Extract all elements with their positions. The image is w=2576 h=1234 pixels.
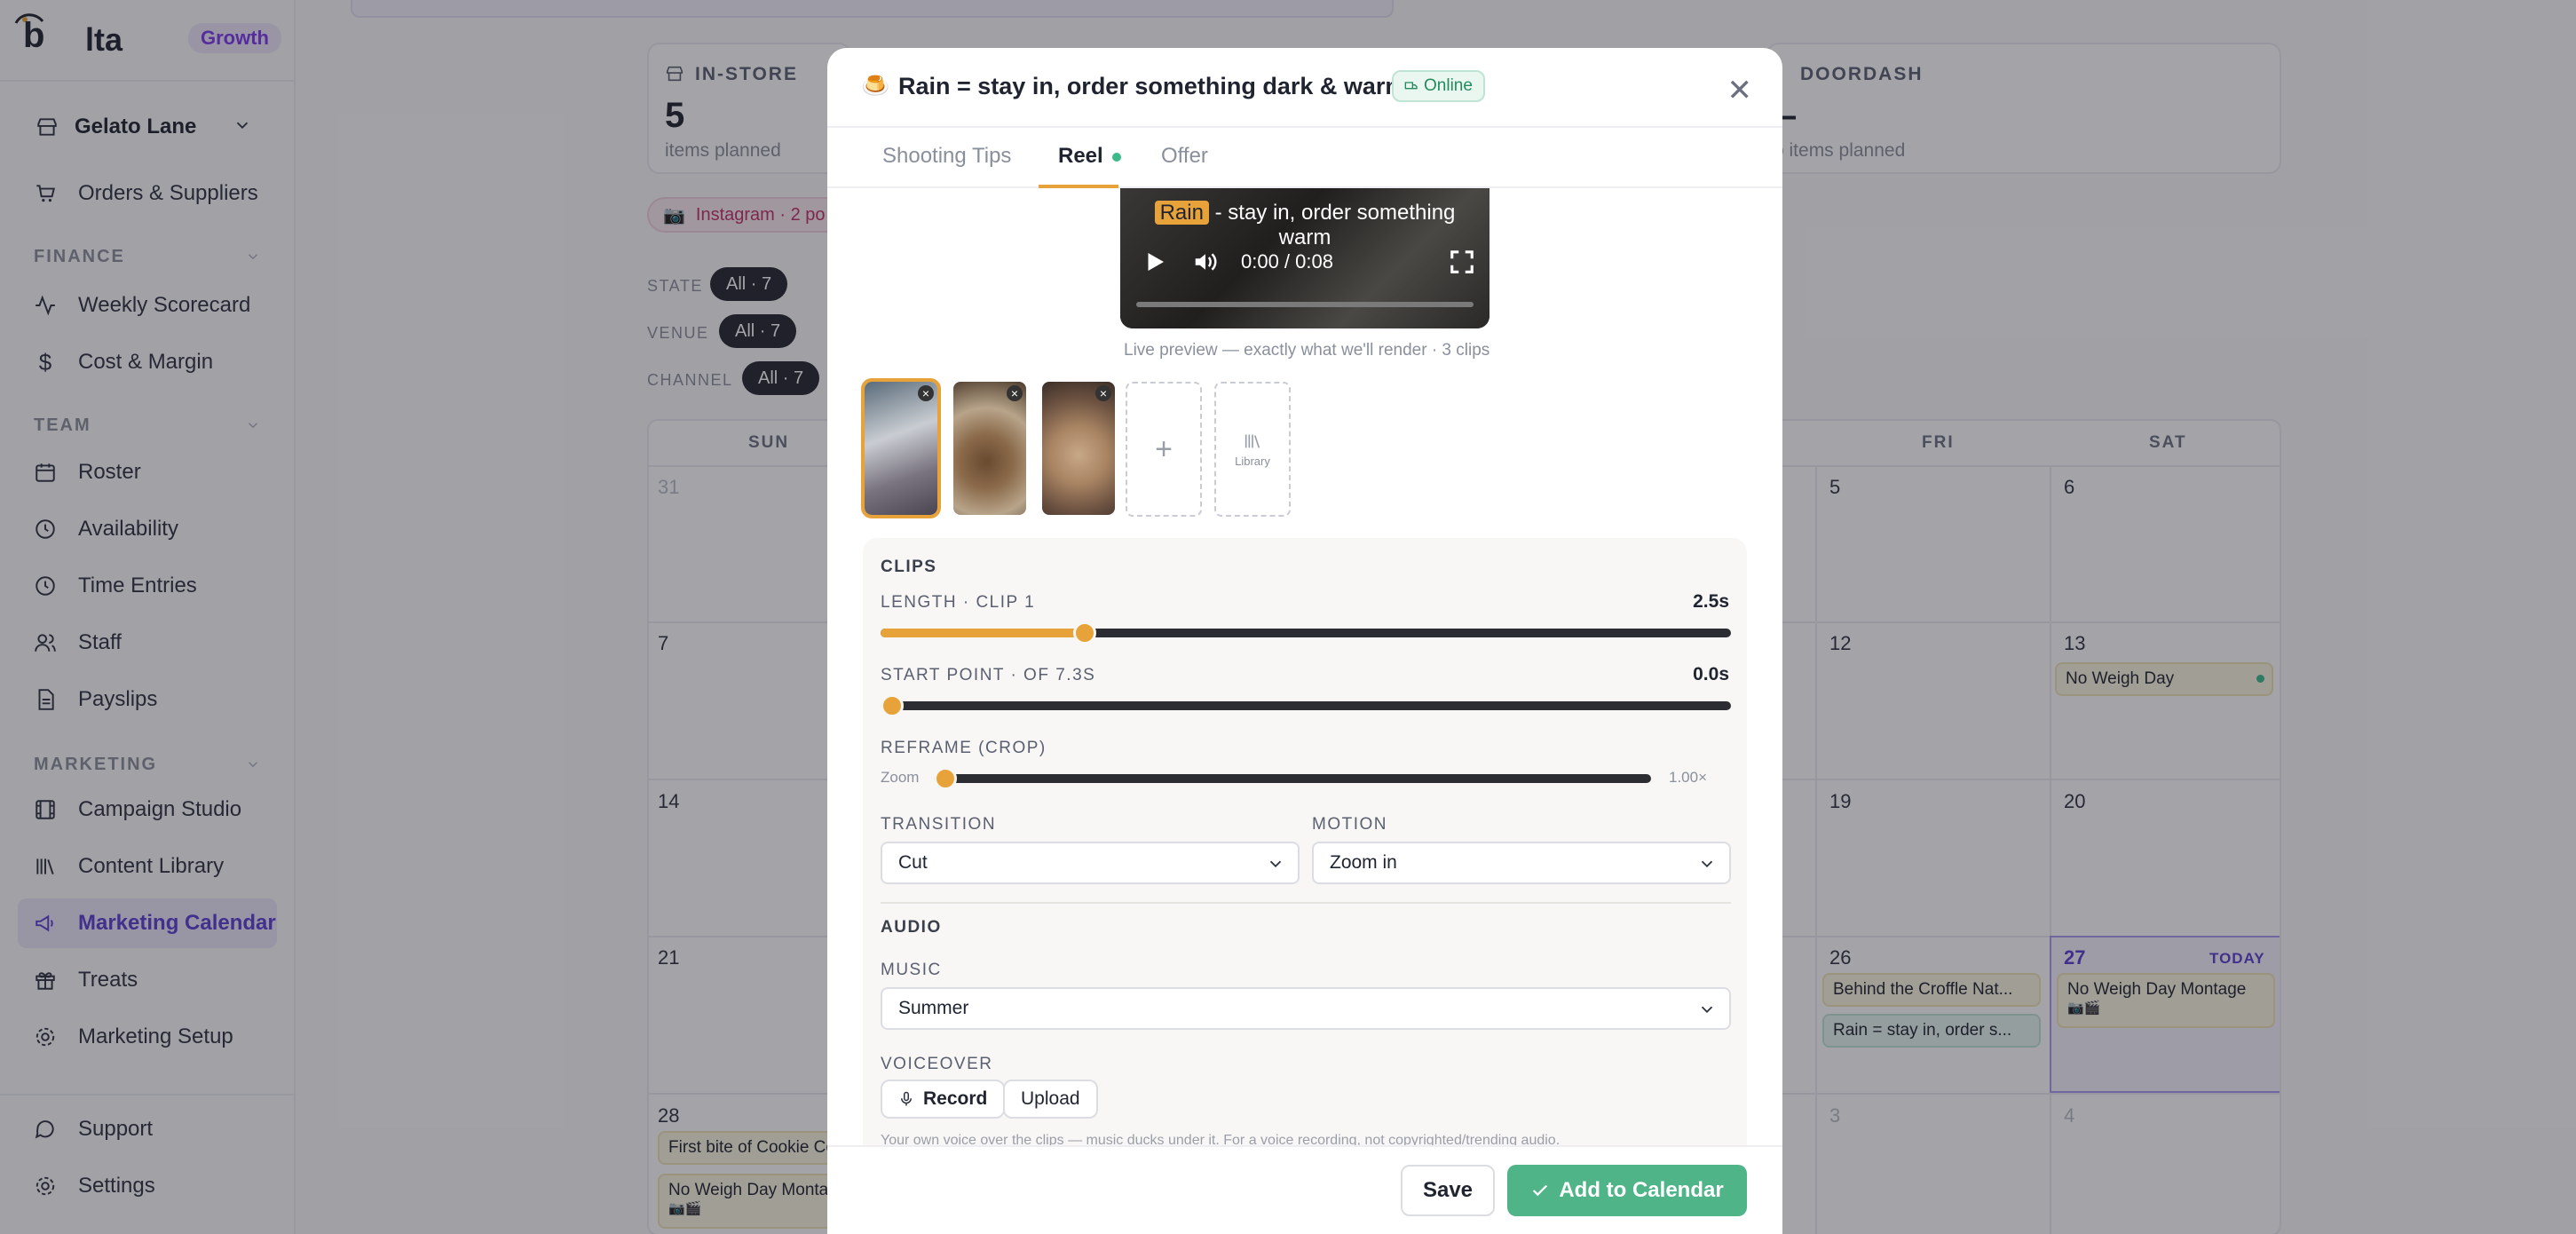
transition-select[interactable]: Cut bbox=[881, 842, 1300, 884]
clip-thumbnail[interactable]: × bbox=[953, 382, 1026, 515]
library-icon bbox=[1245, 434, 1260, 448]
button-label: Record bbox=[923, 1088, 988, 1109]
length-label: LENGTH · CLIP 1 bbox=[881, 593, 1036, 612]
slider-knob[interactable] bbox=[934, 767, 957, 790]
clip-settings-panel: CLIPS LENGTH · CLIP 1 2.5s START POINT ·… bbox=[863, 538, 1747, 1234]
video-caption: Rain - stay in, order something warm bbox=[1120, 201, 1489, 250]
chevron-down-icon bbox=[1701, 1006, 1713, 1014]
fullscreen-icon[interactable] bbox=[1449, 249, 1475, 275]
clip-thumbnail[interactable]: × bbox=[1042, 382, 1115, 515]
tab-underline bbox=[1039, 185, 1118, 188]
zoom-label: Zoom bbox=[881, 769, 920, 786]
truck-icon bbox=[1404, 82, 1418, 90]
chevron-down-icon bbox=[1701, 860, 1713, 868]
slider-fill bbox=[881, 629, 1085, 637]
divider bbox=[881, 902, 1731, 904]
slider-knob[interactable] bbox=[1072, 621, 1096, 645]
motion-select[interactable]: Zoom in bbox=[1312, 842, 1731, 884]
tab-offer[interactable]: Offer bbox=[1161, 144, 1208, 169]
status-dot bbox=[1111, 152, 1121, 162]
select-value: Cut bbox=[898, 852, 928, 873]
chevron-down-icon bbox=[1269, 860, 1282, 868]
zoom-slider[interactable] bbox=[934, 767, 1651, 790]
start-point-value: 0.0s bbox=[1693, 664, 1729, 684]
save-button[interactable]: Save bbox=[1401, 1165, 1495, 1216]
library-label: Library bbox=[1235, 454, 1270, 468]
length-slider[interactable] bbox=[881, 621, 1731, 645]
status-badge: Online bbox=[1392, 70, 1485, 102]
play-icon[interactable] bbox=[1142, 249, 1168, 275]
video-time: 0:00 / 0:08 bbox=[1241, 250, 1333, 273]
record-button[interactable]: Record bbox=[881, 1080, 1006, 1119]
start-point-slider[interactable] bbox=[881, 694, 1731, 717]
upload-button[interactable]: Upload bbox=[1003, 1080, 1098, 1119]
volume-icon[interactable] bbox=[1191, 249, 1220, 275]
reel-modal: 🍮 Rain = stay in, order something dark &… bbox=[827, 48, 1782, 1234]
video-progress[interactable] bbox=[1136, 302, 1474, 307]
remove-icon[interactable]: × bbox=[1095, 385, 1111, 401]
audio-heading: AUDIO bbox=[881, 918, 942, 937]
library-button[interactable]: Library bbox=[1214, 382, 1291, 517]
add-to-calendar-button[interactable]: Add to Calendar bbox=[1507, 1165, 1747, 1216]
caption-line2: warm bbox=[1278, 225, 1331, 249]
length-value: 2.5s bbox=[1693, 591, 1729, 612]
music-label: MUSIC bbox=[881, 961, 942, 979]
music-select[interactable]: Summer bbox=[881, 987, 1731, 1030]
tab-reel[interactable]: Reel bbox=[1058, 144, 1121, 169]
transition-label: TRANSITION bbox=[881, 815, 997, 834]
modal-header: 🍮 Rain = stay in, order something dark &… bbox=[827, 48, 1782, 128]
preview-note: Live preview — exactly what we'll render… bbox=[1124, 341, 1490, 360]
select-value: Zoom in bbox=[1330, 852, 1397, 873]
button-label: Add to Calendar bbox=[1559, 1178, 1724, 1202]
pudding-icon: 🍮 bbox=[861, 72, 890, 99]
check-icon bbox=[1533, 1184, 1548, 1197]
tab-label: Reel bbox=[1058, 144, 1103, 168]
motion-label: MOTION bbox=[1312, 815, 1387, 834]
clips-heading: CLIPS bbox=[881, 558, 937, 576]
video-preview[interactable]: Rain - stay in, order something warm 0:0… bbox=[1120, 188, 1489, 328]
caption-highlight: Rain bbox=[1154, 201, 1209, 225]
zoom-value: 1.00× bbox=[1669, 769, 1708, 786]
select-value: Summer bbox=[898, 998, 969, 1018]
remove-icon[interactable]: × bbox=[1007, 385, 1023, 401]
caption-text: - stay in, order something bbox=[1208, 201, 1456, 225]
start-point-label: START POINT · OF 7.3S bbox=[881, 666, 1096, 684]
add-clip-button[interactable]: + bbox=[1126, 382, 1202, 517]
modal-title: Rain = stay in, order something dark & w… bbox=[898, 73, 1407, 99]
tab-shooting-tips[interactable]: Shooting Tips bbox=[882, 144, 1011, 169]
reframe-label: REFRAME (CROP) bbox=[881, 739, 1047, 757]
remove-icon[interactable]: × bbox=[918, 385, 934, 401]
plus-icon: + bbox=[1155, 431, 1173, 466]
clip-thumbnail[interactable]: × bbox=[861, 378, 941, 518]
close-icon[interactable]: ✕ bbox=[1727, 73, 1753, 108]
status-label: Online bbox=[1424, 76, 1473, 95]
modal-tabs: Shooting Tips Reel Offer bbox=[827, 128, 1782, 188]
slider-knob[interactable] bbox=[881, 694, 904, 717]
voiceover-label: VOICEOVER bbox=[881, 1055, 993, 1073]
microphone-icon bbox=[901, 1091, 912, 1106]
